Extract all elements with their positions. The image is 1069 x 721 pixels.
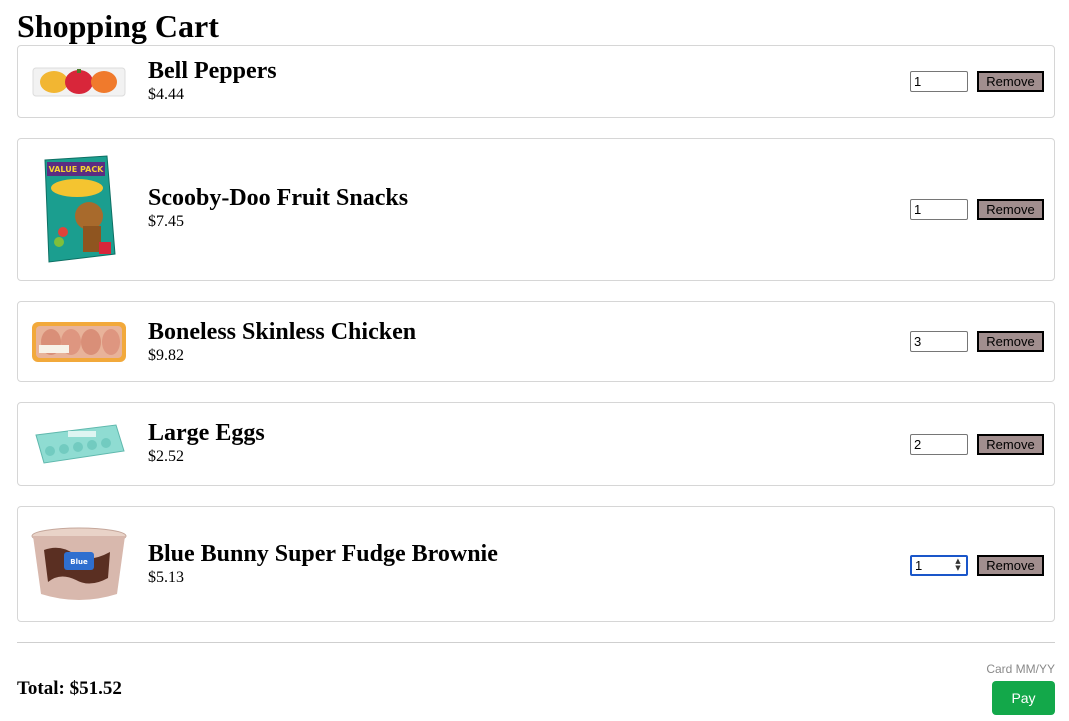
item-name: Bell Peppers	[148, 58, 277, 84]
quantity-input[interactable]	[910, 331, 968, 352]
cart-item: VALUE PACK Scooby-Doo Fruit Snacks $7.45…	[17, 138, 1055, 281]
remove-button[interactable]: Remove	[977, 555, 1044, 576]
cart-item: Blue Blue Bunny Super Fudge Brownie $5.1…	[17, 506, 1055, 622]
item-price: $2.52	[148, 448, 184, 465]
item-name: Scooby-Doo Fruit Snacks	[148, 185, 409, 211]
item-price: $5.13	[148, 569, 184, 586]
item-name: Blue Bunny Super Fudge Brownie	[148, 541, 498, 567]
remove-button[interactable]: Remove	[977, 331, 1044, 352]
remove-button[interactable]: Remove	[977, 71, 1044, 92]
quantity-input[interactable]	[910, 199, 968, 220]
svg-text:VALUE PACK: VALUE PACK	[49, 165, 105, 174]
quantity-input[interactable]	[910, 71, 968, 92]
cart-item: Boneless Skinless Chicken $9.82 Remove	[17, 301, 1055, 382]
divider	[17, 642, 1055, 643]
card-field-placeholder[interactable]: Card MM/YY	[986, 662, 1055, 676]
item-name: Boneless Skinless Chicken	[148, 319, 417, 345]
remove-button[interactable]: Remove	[977, 199, 1044, 220]
quantity-input[interactable]	[910, 434, 968, 455]
item-price: $9.82	[148, 347, 184, 364]
cart-total: Total: $51.52	[17, 678, 122, 699]
item-name: Large Eggs	[148, 420, 265, 446]
spinner-arrows-icon[interactable]: ▲ ▼	[954, 558, 962, 572]
item-price: $7.45	[148, 213, 184, 230]
pay-button[interactable]: Pay	[992, 681, 1055, 715]
egg-carton-photo	[30, 419, 128, 469]
remove-button[interactable]: Remove	[977, 434, 1044, 455]
fruit-snacks-box-photo: VALUE PACK	[30, 153, 128, 265]
page-title: Shopping Cart	[17, 8, 219, 44]
bell-peppers-photo	[30, 63, 128, 101]
ice-cream-tub-photo: Blue	[30, 525, 128, 605]
cart-item: Bell Peppers $4.44 Remove	[17, 45, 1055, 118]
cart-item: Large Eggs $2.52 Remove	[17, 402, 1055, 486]
svg-text:Blue: Blue	[70, 558, 88, 566]
chicken-package-photo	[30, 320, 128, 364]
item-price: $4.44	[148, 86, 184, 103]
